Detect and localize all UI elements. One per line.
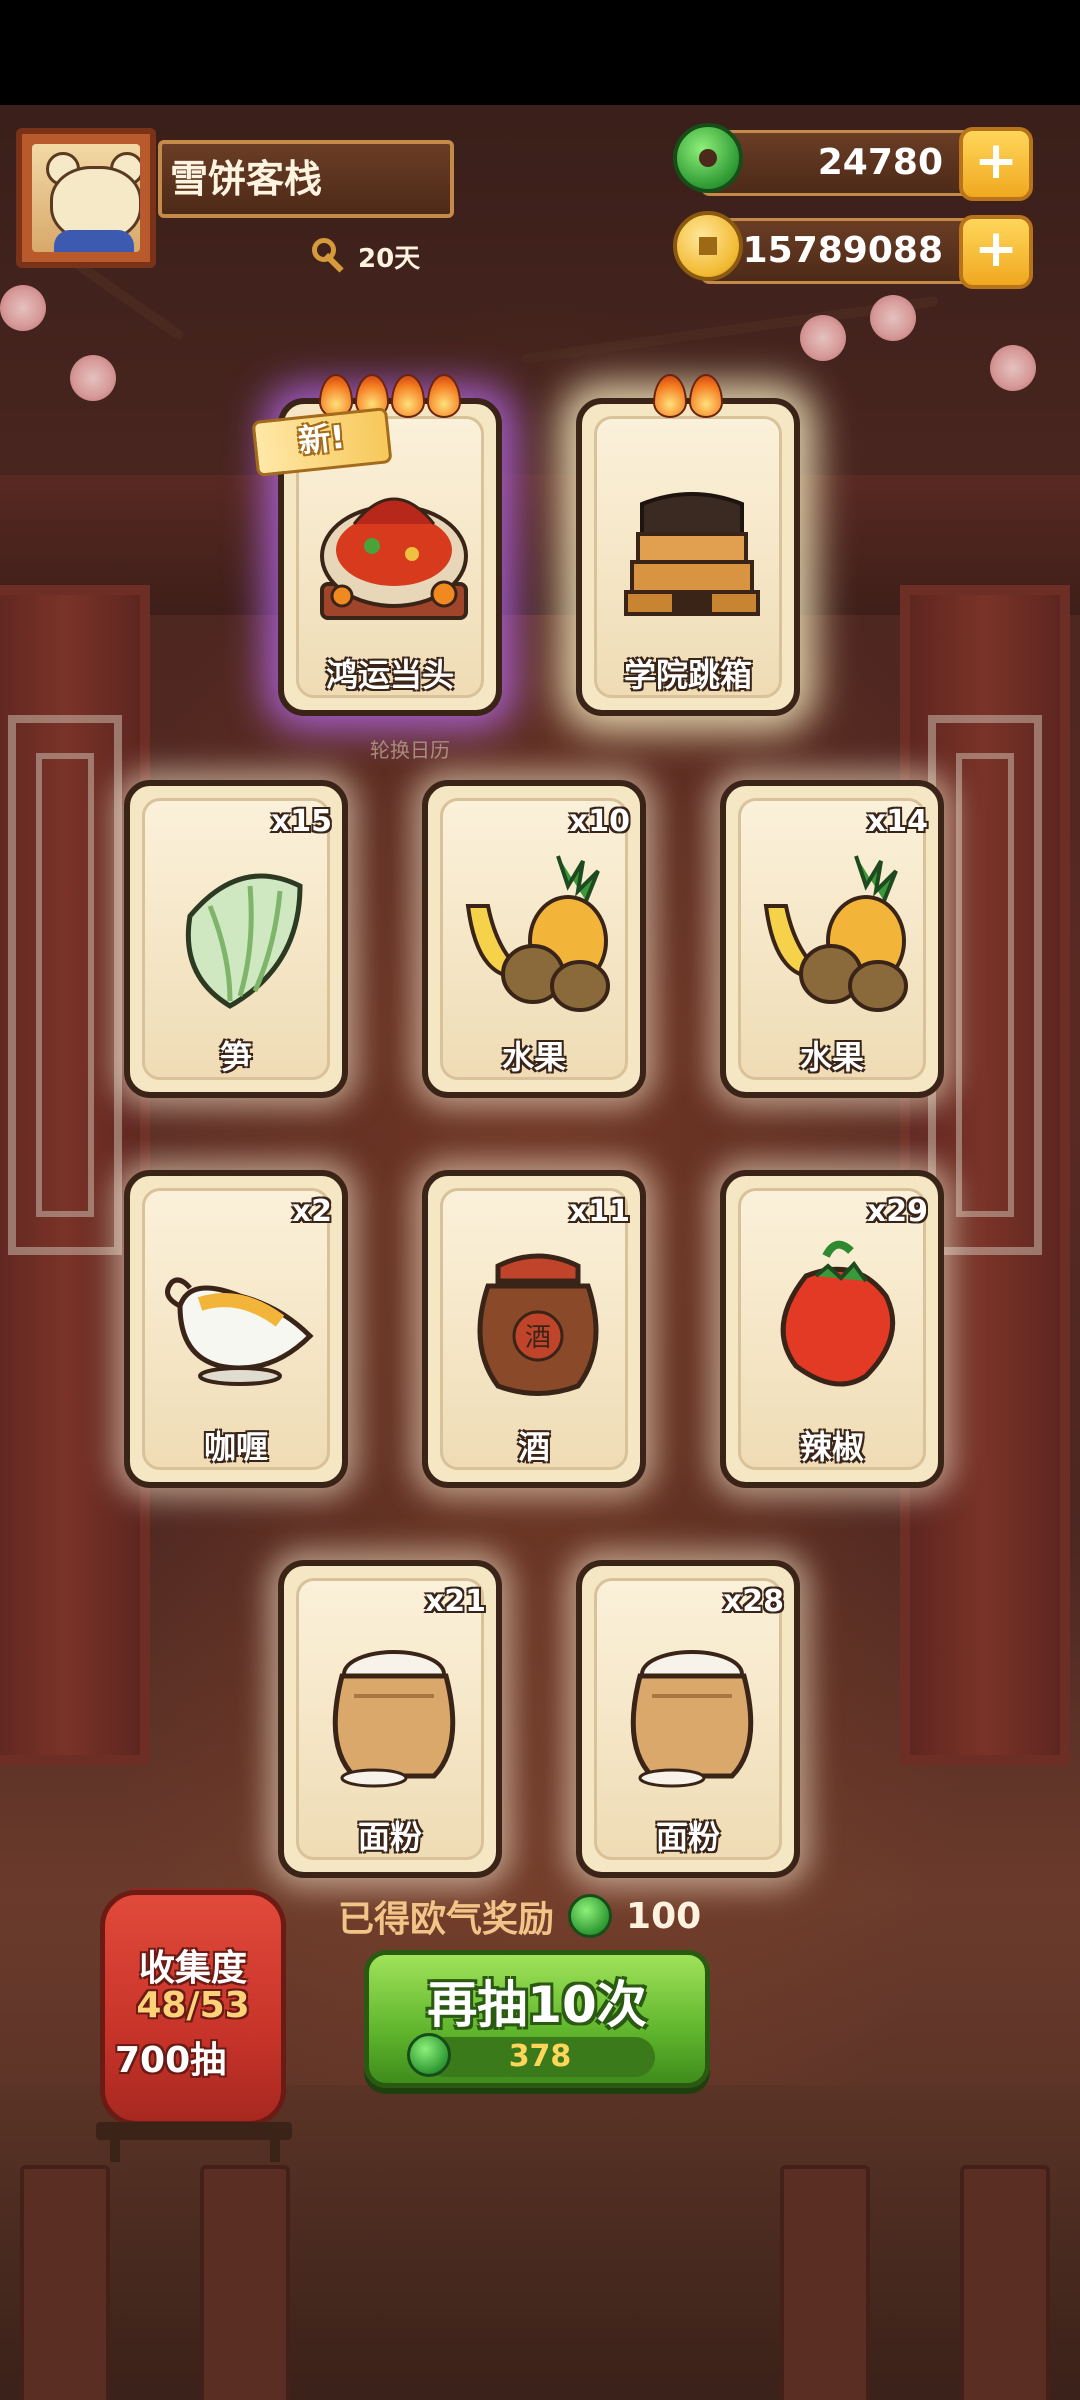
card-wine[interactable]: x11 酒 酒 — [422, 1170, 646, 1488]
flame-icon — [427, 374, 461, 418]
card-count: x21 — [424, 1584, 486, 1619]
player-avatar[interactable] — [16, 128, 156, 268]
coin-icon — [673, 211, 743, 281]
jade-icon — [568, 1894, 613, 1938]
card-name: 鸿运当头 — [325, 656, 454, 694]
flame-icon — [653, 374, 687, 418]
reward-value: 100 — [626, 1895, 702, 1937]
key-icon — [310, 236, 350, 276]
card-count: x10 — [568, 804, 630, 839]
fruit-basket-icon — [465, 855, 610, 1012]
flour-sack-icon — [332, 1650, 456, 1788]
curry-gravy-boat-icon — [165, 1277, 314, 1386]
collection-lantern[interactable]: 收集度 48/53 700抽 — [100, 1890, 286, 2126]
blossom — [0, 285, 46, 331]
wine-jar-icon: 酒 — [477, 1253, 599, 1396]
add-jade-button[interactable]: + — [959, 127, 1033, 201]
card-name: 辣椒 — [799, 1428, 864, 1466]
card-name: 水果 — [501, 1038, 566, 1076]
rarity-flames — [284, 374, 496, 418]
fence-post — [20, 2165, 110, 2400]
bamboo-shoot-icon — [185, 873, 303, 1009]
card-name: 学院跳箱 — [623, 656, 752, 694]
fruit-basket-icon — [763, 855, 908, 1012]
draw-count: 700抽 — [115, 2040, 227, 2081]
card-count: x29 — [866, 1194, 928, 1229]
card-flour[interactable]: x21 面粉 — [278, 1560, 502, 1878]
collection-progress: 48/53 — [136, 1985, 250, 2026]
jar-character: 酒 — [525, 1323, 551, 1353]
fence-post — [200, 2165, 290, 2400]
card-count: x28 — [722, 1584, 784, 1619]
card-name: 面粉 — [655, 1818, 720, 1856]
card-curry[interactable]: x2 咖喱 — [124, 1170, 348, 1488]
blossom — [870, 295, 916, 341]
flour-sack-icon — [630, 1650, 754, 1788]
luck-reward: 已得欧气奖励 100 — [338, 1890, 701, 1942]
blossom — [800, 315, 846, 361]
rarity-flames — [582, 374, 794, 418]
card-fruit[interactable]: x14 水果 — [720, 780, 944, 1098]
card-flour[interactable]: x28 面粉 — [576, 1560, 800, 1878]
card-featured-1[interactable]: 新! 鸿运当头 — [251, 374, 502, 716]
reward-label: 已得欧气奖励 — [338, 1899, 555, 1940]
inn-name: 雪饼客栈 — [158, 140, 454, 218]
calendar-tip: 轮换日历 — [370, 738, 450, 762]
card-count: x15 — [270, 804, 332, 839]
draw-cost: 378 — [407, 2033, 655, 2077]
vaulting-box-icon — [624, 492, 760, 616]
collection-title: 收集度 — [138, 1948, 247, 1989]
card-count: x11 — [568, 1194, 630, 1229]
card-name: 笋 — [219, 1038, 252, 1076]
flame-icon — [689, 374, 723, 418]
hotpot-dish-icon — [320, 497, 468, 620]
coin-amount: 15789088 — [742, 230, 943, 271]
card-name: 咖喱 — [203, 1428, 268, 1466]
fence-post — [960, 2165, 1050, 2400]
card-bamboo[interactable]: x15 笋 — [124, 780, 348, 1098]
draw-button-label: 再抽10次 — [427, 1976, 647, 2034]
card-featured-2[interactable]: 学院跳箱 — [576, 374, 800, 716]
jade-icon — [407, 2033, 451, 2077]
blossom — [990, 345, 1036, 391]
card-count: x2 — [291, 1194, 332, 1229]
jade-amount: 24780 — [817, 142, 943, 183]
card-fruit[interactable]: x10 水果 — [422, 780, 646, 1098]
flame-icon — [391, 374, 425, 418]
card-name: 面粉 — [357, 1818, 422, 1856]
lantern-leg — [110, 2136, 120, 2162]
blossom — [70, 355, 116, 401]
card-chili[interactable]: x29 辣椒 — [720, 1170, 944, 1488]
jade-currency: 24780 + — [673, 123, 1033, 201]
day-counter: 20天 — [310, 236, 420, 276]
draw-cost-value: 378 — [508, 2039, 572, 2074]
lantern-stand — [96, 2122, 292, 2140]
fence-post — [780, 2165, 870, 2400]
card-name: 酒 — [517, 1428, 550, 1466]
lantern-leg — [270, 2136, 280, 2162]
chili-pepper-icon — [780, 1240, 896, 1387]
coin-currency: 15789088 + — [673, 211, 1033, 289]
add-coin-button[interactable]: + — [959, 215, 1033, 289]
card-name: 水果 — [799, 1038, 864, 1076]
jade-icon — [673, 123, 743, 193]
draw-again-button[interactable]: 再抽10次 378 — [364, 1950, 710, 2088]
left-door — [0, 585, 150, 1765]
days-label: 20天 — [358, 243, 421, 274]
card-count: x14 — [866, 804, 928, 839]
